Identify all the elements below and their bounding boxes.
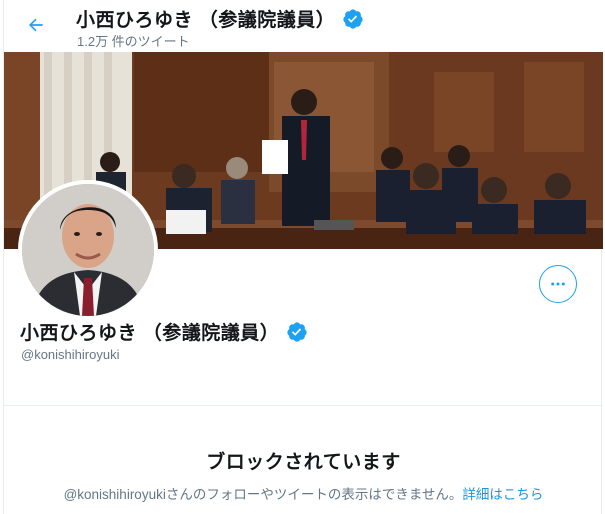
blocked-message: @konishihiroyukiさんのフォローやツイートの表示はできません。	[63, 487, 463, 502]
back-button[interactable]	[24, 13, 48, 37]
blocked-title: ブロックされています	[206, 452, 401, 473]
arrow-left-icon	[29, 18, 43, 32]
verified-badge-icon	[342, 8, 364, 30]
verified-badge-icon	[286, 321, 308, 343]
more-options-button[interactable]	[539, 265, 577, 303]
section-divider	[4, 405, 603, 406]
profile-page: 小西ひろゆき （参議院議員） 1.2万 件のツイート 小西ひろゆき （参議院議員…	[3, 0, 603, 514]
profile-avatar[interactable]	[18, 180, 158, 320]
tweet-count: 1.2万 件のツイート	[77, 34, 190, 49]
blocked-message-row: @konishihiroyukiさんのフォローやツイートの表示はできません。詳細…	[4, 483, 603, 503]
more-dots-icon	[551, 282, 565, 286]
profile-name-row: 小西ひろゆき （参議院議員）	[20, 318, 308, 345]
header-title-row: 小西ひろゆき （参議院議員）	[76, 5, 364, 32]
top-bar: 小西ひろゆき （参議院議員） 1.2万 件のツイート	[4, 0, 603, 52]
header-title: 小西ひろゆき （参議院議員）	[76, 10, 336, 31]
profile-display-name: 小西ひろゆき （参議院議員）	[20, 323, 280, 344]
profile-handle: @konishihiroyuki	[21, 347, 120, 362]
learn-more-link[interactable]: 詳細はこちら	[462, 487, 543, 502]
